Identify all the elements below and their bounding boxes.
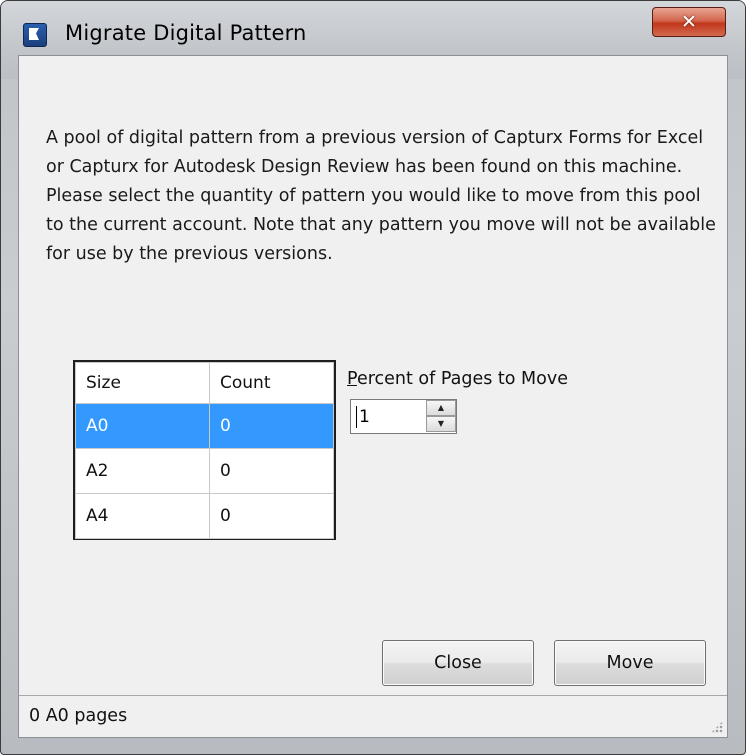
- spin-up-button[interactable]: ▲: [426, 400, 456, 416]
- migrate-dialog-window: Migrate Digital Pattern ✕ A pool of digi…: [0, 0, 746, 755]
- status-bar: 0 A0 pages: [19, 695, 727, 737]
- resize-grip-icon[interactable]: [711, 721, 723, 733]
- close-button[interactable]: Close: [382, 640, 534, 686]
- table-header-row: Size Count: [75, 362, 334, 404]
- percent-label-text: ercent of Pages to Move: [356, 369, 568, 389]
- percent-pages-input[interactable]: [351, 400, 424, 433]
- window-title: Migrate Digital Pattern: [65, 21, 307, 45]
- size-count-table: Size Count A0 0 A2 0 A4 0: [73, 360, 336, 540]
- percent-pages-stepper[interactable]: ▲ ▼: [350, 399, 457, 434]
- column-header-size[interactable]: Size: [75, 362, 210, 404]
- cell-size[interactable]: A0: [75, 403, 210, 449]
- triangle-up-icon: ▲: [437, 403, 445, 412]
- cell-count[interactable]: 0: [209, 493, 334, 539]
- window-close-icon[interactable]: ✕: [652, 7, 726, 37]
- column-header-count[interactable]: Count: [209, 362, 334, 404]
- table-row-a2[interactable]: A2 0: [75, 448, 334, 494]
- table-row-a0[interactable]: A0 0: [75, 403, 334, 449]
- percent-label-accelerator: P: [347, 369, 357, 389]
- status-text: 0 A0 pages: [29, 706, 128, 726]
- cell-count[interactable]: 0: [209, 448, 334, 494]
- table-row-a4[interactable]: A4 0: [75, 493, 334, 539]
- flag-app-icon: [23, 23, 47, 47]
- cell-size[interactable]: A4: [75, 493, 210, 539]
- description-text: A pool of digital pattern from a previou…: [46, 128, 716, 264]
- triangle-down-icon: ▼: [437, 419, 445, 428]
- spin-down-button[interactable]: ▼: [426, 416, 456, 432]
- cell-size[interactable]: A2: [75, 448, 210, 494]
- percent-pages-label: Percent of Pages to Move: [347, 369, 568, 389]
- cell-count[interactable]: 0: [209, 403, 334, 449]
- dialog-client-area: A pool of digital pattern from a previou…: [18, 55, 728, 738]
- move-button[interactable]: Move: [554, 640, 706, 686]
